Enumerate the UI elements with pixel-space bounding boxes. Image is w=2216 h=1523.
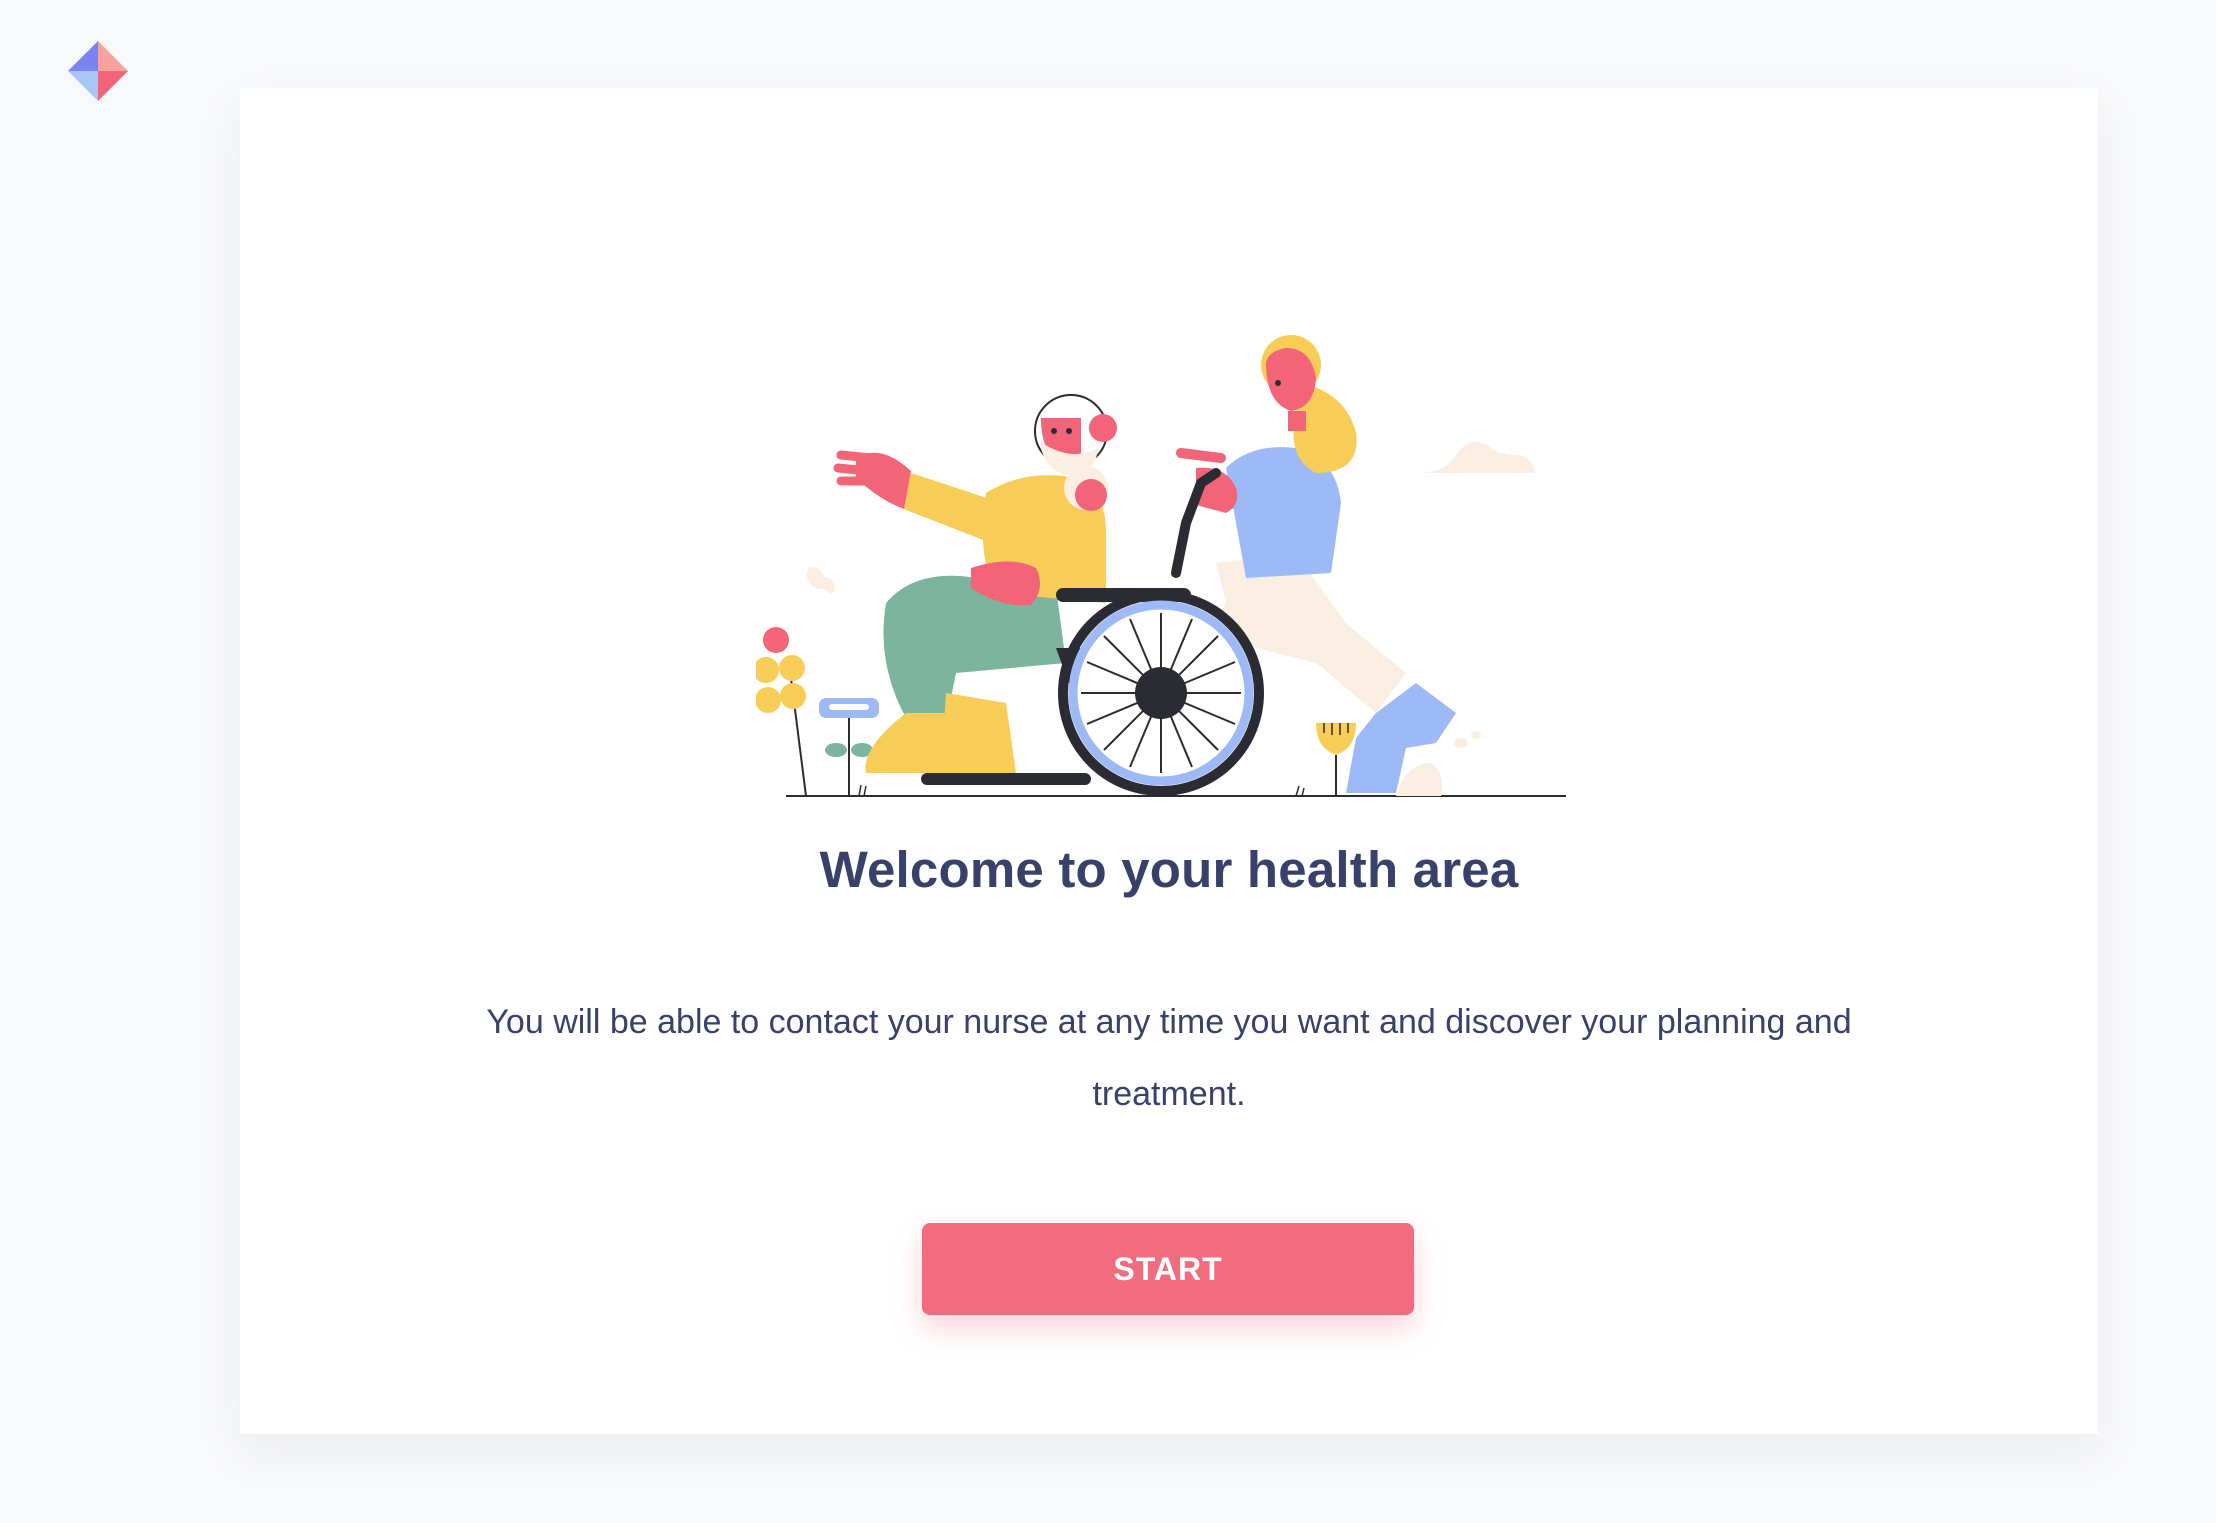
- nurse-pushing-wheelchair-illustration: [756, 335, 1566, 797]
- welcome-card: Welcome to your health area You will be …: [240, 88, 2098, 1434]
- welcome-title: Welcome to your health area: [819, 841, 1519, 898]
- start-button[interactable]: START: [922, 1223, 1414, 1315]
- app-logo-icon: [68, 41, 128, 101]
- welcome-description: You will be able to contact your nurse a…: [486, 1003, 1852, 1113]
